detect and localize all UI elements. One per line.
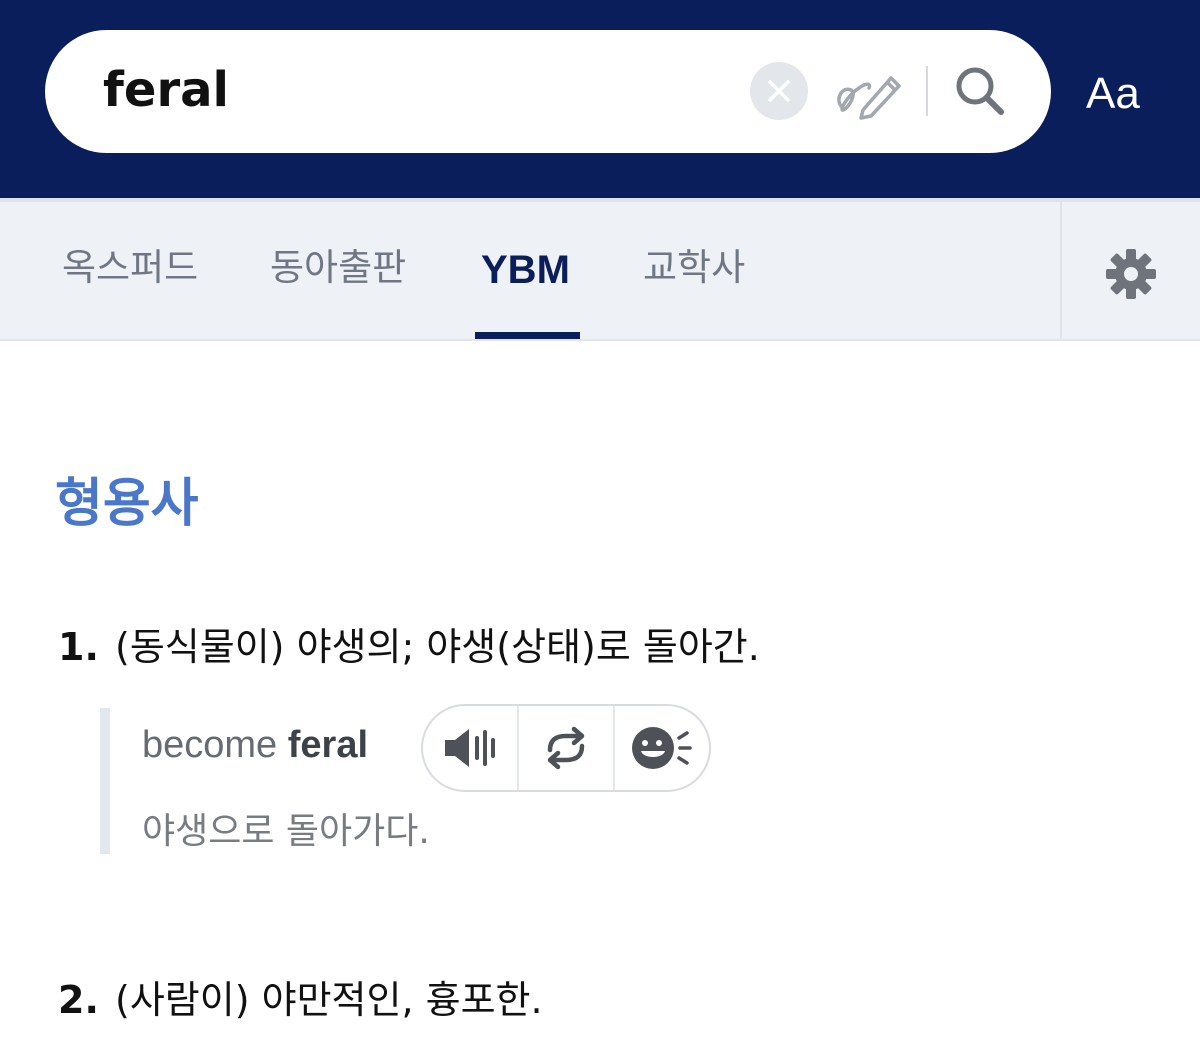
- tab-oxford[interactable]: 옥스퍼드: [62, 242, 198, 294]
- definition-text: (사람이) 야만적인, 흉포한.: [115, 978, 543, 1022]
- example-prefix: become: [142, 724, 288, 766]
- active-tab-indicator: [475, 332, 580, 339]
- search-icon: [956, 67, 1004, 115]
- definition-number: 2.: [58, 978, 99, 1022]
- tab-donga[interactable]: 동아출판: [270, 242, 406, 294]
- definition-text: (동식물이) 야생의; 야생(상태)로 돌아간.: [115, 625, 760, 669]
- handwriting-button[interactable]: [833, 60, 905, 122]
- search-box[interactable]: feral: [45, 30, 1051, 153]
- search-divider: [926, 66, 928, 116]
- clear-button[interactable]: [750, 62, 808, 120]
- example-quote-bar: [100, 708, 110, 854]
- repeat-audio-button[interactable]: [519, 706, 615, 790]
- definition-number: 1.: [58, 625, 99, 669]
- speaking-face-icon: [632, 727, 692, 769]
- example-audio-controls: [421, 704, 711, 792]
- font-size-button[interactable]: Aa: [1086, 68, 1140, 120]
- play-audio-button[interactable]: [423, 706, 519, 790]
- tab-ybm[interactable]: YBM: [481, 244, 570, 296]
- tab-kyohak[interactable]: 교학사: [643, 242, 745, 294]
- example-sentence: become feral: [142, 720, 368, 770]
- dictionary-tabs: 옥스퍼드 동아출판 YBM 교학사: [0, 198, 1200, 341]
- part-of-speech: 형용사: [55, 474, 199, 534]
- search-input[interactable]: feral: [103, 60, 229, 120]
- close-icon: [768, 80, 790, 102]
- speaking-practice-button[interactable]: [615, 706, 709, 790]
- handwriting-pen-icon: [837, 76, 901, 120]
- gear-icon: [1106, 249, 1156, 299]
- speaker-icon: [445, 729, 495, 767]
- example-translation: 야생으로 돌아가다.: [142, 811, 430, 852]
- settings-button[interactable]: [1104, 247, 1158, 301]
- example-highlight: feral: [287, 724, 369, 766]
- top-header: feral Aa: [0, 0, 1200, 198]
- repeat-icon: [547, 726, 585, 770]
- search-button[interactable]: [949, 60, 1011, 122]
- tab-separator: [1060, 202, 1062, 339]
